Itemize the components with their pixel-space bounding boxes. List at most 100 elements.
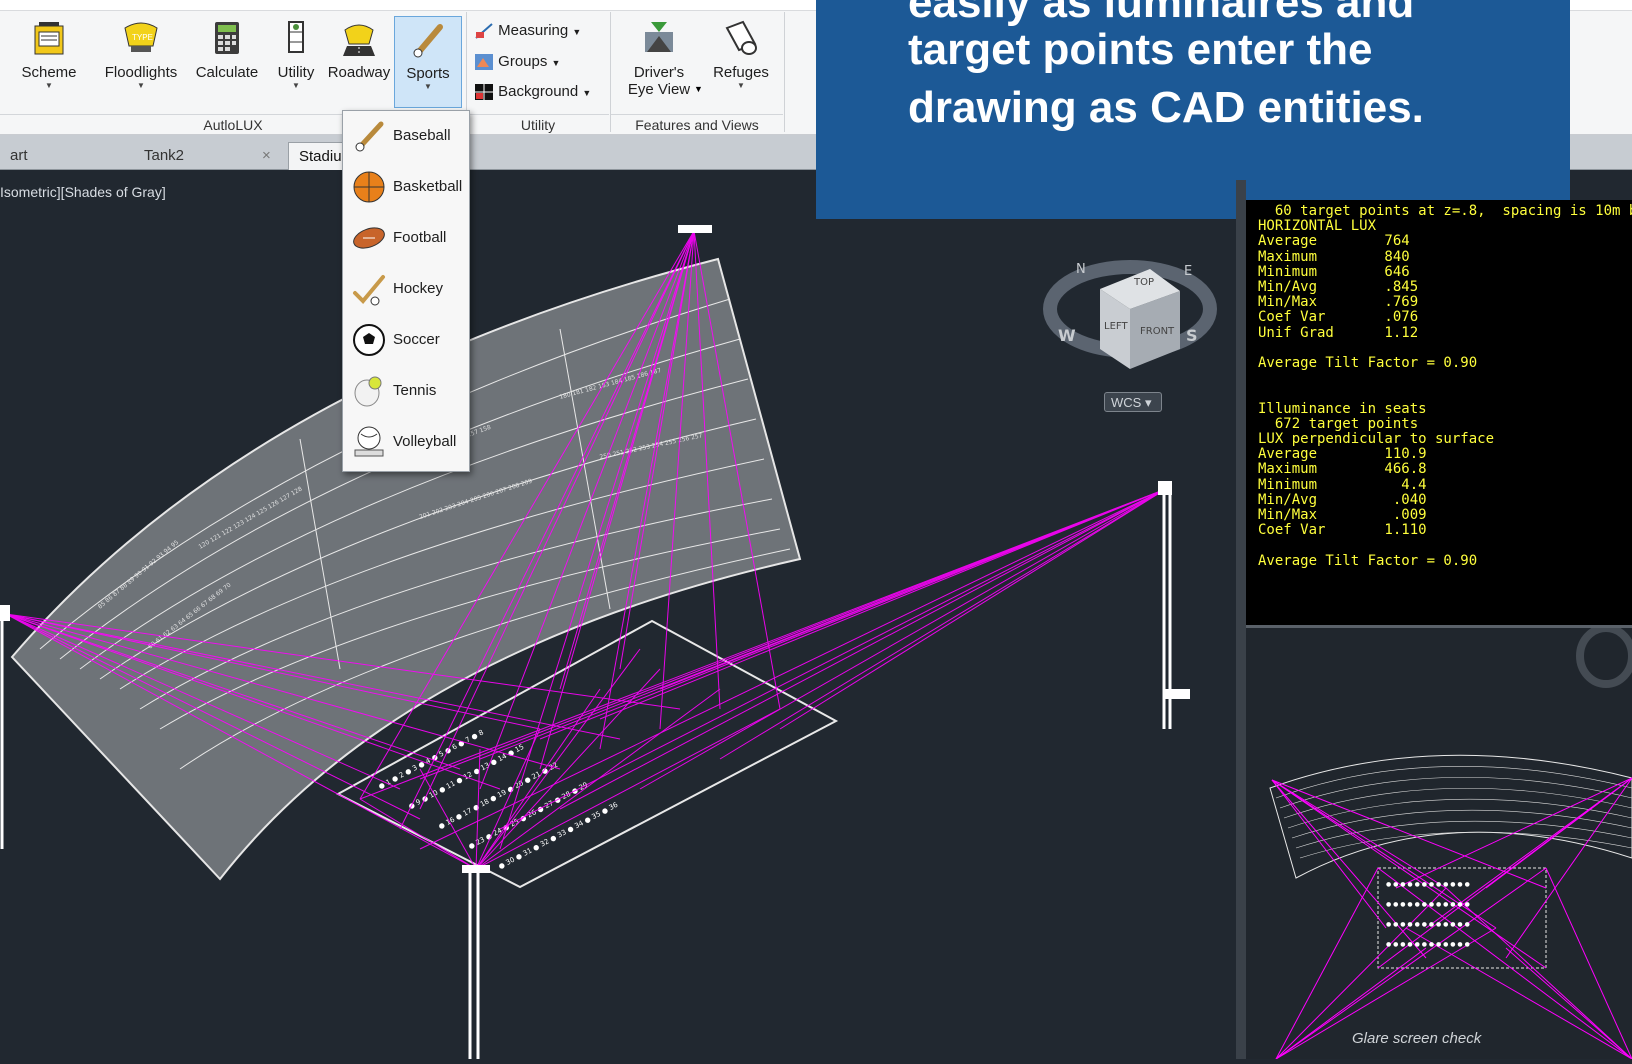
background-icon (475, 84, 493, 101)
callout-line-1: easily as luminaires and (908, 0, 1415, 27)
menu-item-football[interactable]: Football (343, 213, 469, 264)
utility-dropdown-arrow[interactable]: ▼ (272, 81, 320, 91)
report-line: Min/Avg .040 (1258, 491, 1427, 508)
viewport-controls-label[interactable]: Isometric][Shades of Gray] (0, 184, 166, 200)
menu-item-label: Soccer (393, 331, 440, 348)
scheme-button[interactable]: Scheme ▼ (20, 18, 78, 91)
report-line: Minimum 4.4 (1258, 476, 1427, 493)
report-line: Average 110.9 (1258, 446, 1427, 463)
wcs-menu[interactable]: WCS ▾ (1104, 392, 1162, 412)
glare-viewport[interactable]: ● ● ● ● ● ● ● ● ● ● ● ● ● ● ● ● ● ● ● ● … (1246, 624, 1632, 1060)
report-line: Average Tilt Factor = 0.90 (1258, 355, 1478, 371)
floodlights-label: Floodlights (104, 64, 178, 81)
scheme-icon (34, 22, 64, 55)
svg-text:TYPE: TYPE (132, 33, 153, 42)
report-line: HORIZONTAL LUX (1258, 218, 1377, 235)
calculate-button[interactable]: Calculate (192, 18, 262, 81)
menu-item-label: Football (393, 229, 447, 246)
viewcube-top-label: TOP (1133, 277, 1154, 288)
floodlights-dropdown-arrow[interactable]: ▼ (100, 81, 182, 91)
report-line: Min/Avg .845 (1258, 279, 1419, 295)
report-line: Min/Max .769 (1258, 294, 1419, 311)
svg-text:● ● ● ● ● ● ● ● ● ● ● ●: ● ● ● ● ● ● ● ● ● ● ● ● (1386, 881, 1470, 888)
roadway-label: Roadway (327, 64, 391, 81)
svg-text:● 23 ● 24 ● 25 ● 26 ● 27 ● 28: ● 23 ● 24 ● 25 ● 26 ● 27 ● 28 ● 29 (467, 781, 589, 851)
groups-button[interactable]: Groups ▼ (474, 53, 560, 71)
basketball-icon (353, 171, 385, 203)
promo-callout: easily as luminaires and target points e… (816, 0, 1570, 219)
sports-button[interactable]: Sports ▼ (394, 16, 462, 108)
menu-item-soccer[interactable]: Soccer (343, 315, 469, 366)
compass-s-label: S (1186, 326, 1198, 345)
scheme-label: Scheme (21, 64, 77, 81)
wcs-label: WCS (1111, 395, 1142, 410)
report-line: Illuminance in seats (1258, 400, 1427, 417)
panel-title-features: Features and Views (611, 114, 783, 135)
measuring-icon (475, 23, 493, 39)
viewcube[interactable]: TOP LEFT FRONT N E S W (1043, 260, 1217, 369)
svg-text:● ● ● ● ● ● ● ● ● ● ● ●: ● ● ● ● ● ● ● ● ● ● ● ● (1386, 921, 1470, 928)
drivers-eye-view-button[interactable]: Driver's Eye View (620, 18, 698, 98)
menu-item-baseball[interactable]: Baseball (343, 111, 469, 162)
report-line: Min/Max .009 (1258, 507, 1427, 523)
drivers-eye-label-1: Driver's (633, 64, 685, 81)
compass-e-label: E (1184, 264, 1192, 279)
background-label: Background (498, 83, 579, 100)
hockey-icon (353, 275, 385, 306)
utility-label: Utility (277, 64, 315, 81)
callout-line-3: drawing as CAD entities. (908, 83, 1424, 132)
groups-label: Groups (498, 53, 548, 70)
football-icon (353, 227, 385, 249)
scheme-dropdown-arrow[interactable]: ▼ (20, 81, 78, 91)
tab-close-icon[interactable]: × (262, 142, 271, 169)
tab-tank2[interactable]: Tank2 × (134, 142, 294, 169)
menu-item-label: Baseball (393, 127, 451, 144)
svg-text:● ● ● ● ● ● ● ● ● ● ● ●: ● ● ● ● ● ● ● ● ● ● ● ● (1386, 901, 1470, 908)
menu-item-tennis[interactable]: Tennis (343, 366, 469, 417)
floodlights-button[interactable]: TYPE Floodlights ▼ (100, 18, 182, 91)
measuring-button[interactable]: Measuring ▼ (474, 22, 581, 40)
panel-title-utility: Utility (467, 114, 609, 135)
report-line: Coef Var .076 (1258, 309, 1419, 326)
soccer-icon (353, 324, 385, 356)
report-line: Maximum 840 (1258, 248, 1410, 265)
report-line: 672 target points (1258, 415, 1419, 432)
svg-text:● ● ● ● ● ● ● ● ● ● ● ●: ● ● ● ● ● ● ● ● ● ● ● ● (1386, 941, 1470, 948)
menu-item-basketball[interactable]: Basketball (343, 162, 469, 213)
tab-start[interactable]: art (0, 142, 130, 169)
sports-icon (413, 24, 443, 58)
lux-report-panel: 60 target points at z=.8, spacing is 10m… (1246, 200, 1632, 628)
tab-label: art (10, 147, 28, 164)
drawing-canvas[interactable]: 85 86 87 88 89 90 91 92 93 94 95 120 121… (0, 169, 1236, 1059)
calculate-label: Calculate (195, 64, 259, 81)
report-line: Average Tilt Factor = 0.90 (1258, 552, 1478, 569)
viewcube-left-label: LEFT (1104, 321, 1128, 332)
report-line: Maximum 466.8 (1258, 461, 1427, 478)
menu-item-label: Volleyball (393, 433, 457, 450)
utility-button[interactable]: Utility ▼ (272, 18, 320, 91)
menu-item-label: Hockey (393, 280, 444, 297)
compass-w-label: W (1058, 326, 1076, 345)
menu-item-volleyball[interactable]: Volleyball (343, 417, 469, 468)
drivers-eye-dropdown-arrow[interactable]: ▼ (694, 84, 703, 94)
refuges-dropdown-arrow[interactable]: ▼ (708, 81, 774, 91)
report-line: 60 target points at z=.8, spacing is 10m… (1258, 203, 1632, 219)
report-line: LUX perpendicular to surface (1258, 431, 1495, 447)
roadway-button[interactable]: Roadway (326, 18, 392, 81)
sports-label: Sports (406, 65, 450, 82)
refuges-label: Refuges (713, 64, 769, 81)
measuring-label: Measuring (498, 22, 569, 39)
menu-item-label: Basketball (393, 178, 463, 195)
glare-drawing: ● ● ● ● ● ● ● ● ● ● ● ● ● ● ● ● ● ● ● ● … (1269, 624, 1632, 1060)
report-line: Coef Var 1.110 (1258, 522, 1427, 539)
report-line: Minimum 646 (1258, 263, 1410, 280)
viewport-splitter-vertical[interactable] (1236, 180, 1246, 1059)
glare-screen-caption: Glare screen check (1352, 1030, 1482, 1047)
sports-dropdown-menu: Baseball Basketball Football Hockey Socc… (342, 110, 470, 472)
groups-icon (475, 54, 493, 71)
menu-item-hockey[interactable]: Hockey (343, 264, 469, 315)
background-button[interactable]: Background ▼ (474, 83, 591, 101)
refuges-button[interactable]: Refuges ▼ (708, 18, 774, 91)
sports-dropdown-arrow[interactable]: ▼ (395, 82, 461, 92)
utility-icon (288, 21, 304, 53)
